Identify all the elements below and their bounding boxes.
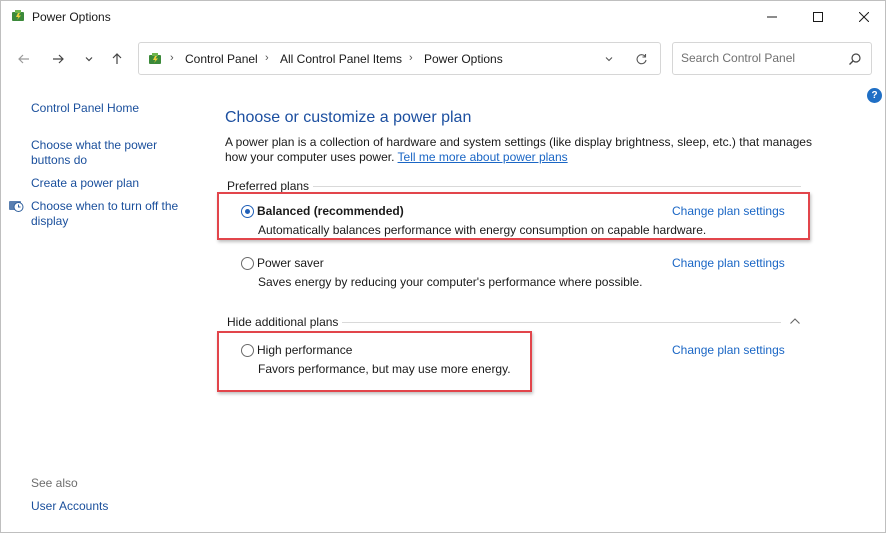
refresh-icon xyxy=(636,53,647,64)
chevron-up-icon xyxy=(790,318,800,324)
sidebar-link-user-accounts[interactable]: User Accounts xyxy=(31,499,108,514)
search-box[interactable] xyxy=(672,42,872,75)
maximize-button[interactable] xyxy=(795,1,841,33)
title-bar: Power Options xyxy=(1,1,885,33)
power-saver-plan-description: Saves energy by reducing your computer's… xyxy=(258,275,643,289)
breadcrumb-power-options[interactable]: Power Options xyxy=(424,52,503,66)
breadcrumb-all-items[interactable]: All Control Panel Items xyxy=(280,52,402,66)
chevron-right-icon: › xyxy=(170,52,174,64)
balanced-highlight-box xyxy=(217,192,810,240)
minimize-icon xyxy=(767,16,777,18)
close-icon xyxy=(859,12,869,22)
control-panel-icon xyxy=(149,53,161,64)
sidebar-link-create-plan[interactable]: Create a power plan xyxy=(31,176,139,191)
see-also-label: See also xyxy=(31,476,78,490)
up-button[interactable] xyxy=(106,48,128,70)
preferred-plans-label: Preferred plans xyxy=(227,179,314,193)
minimize-button[interactable] xyxy=(749,1,795,33)
help-icon[interactable]: ? xyxy=(867,88,882,103)
search-icon[interactable] xyxy=(848,52,862,66)
power-options-app-icon xyxy=(12,10,24,21)
power-options-window: Power Options › Control Panel › All Cont… xyxy=(0,0,886,533)
chevron-down-icon xyxy=(605,57,613,62)
chevron-right-icon: › xyxy=(409,52,413,64)
page-description: A power plan is a collection of hardware… xyxy=(225,135,825,165)
chevron-right-icon: › xyxy=(265,52,269,64)
power-saver-plan-name[interactable]: Power saver xyxy=(257,256,324,270)
power-saver-radio[interactable] xyxy=(241,257,254,270)
high-performance-highlight-box xyxy=(217,331,532,392)
close-button[interactable] xyxy=(841,1,886,33)
learn-more-link[interactable]: Tell me more about power plans xyxy=(398,150,568,164)
forward-button[interactable] xyxy=(47,48,69,70)
arrow-left-icon xyxy=(18,54,29,64)
hide-additional-plans-label[interactable]: Hide additional plans xyxy=(227,315,343,329)
sidebar-link-turn-off-display[interactable]: Choose when to turn off the display xyxy=(31,199,191,229)
window-title: Power Options xyxy=(32,10,111,24)
chevron-down-icon xyxy=(85,57,93,62)
sidebar-link-control-panel-home[interactable]: Control Panel Home xyxy=(31,101,139,116)
arrow-right-icon xyxy=(53,54,64,64)
display-timer-icon xyxy=(9,201,24,212)
preferred-plans-divider xyxy=(227,186,801,187)
sidebar-link-power-buttons[interactable]: Choose what the power buttons do xyxy=(31,138,181,168)
breadcrumb-control-panel[interactable]: Control Panel xyxy=(185,52,258,66)
search-input[interactable] xyxy=(681,51,841,65)
maximize-icon xyxy=(813,12,823,22)
back-button[interactable] xyxy=(13,48,35,70)
navigation-bar: › Control Panel › All Control Panel Item… xyxy=(1,39,885,79)
power-saver-change-settings-link[interactable]: Change plan settings xyxy=(672,256,785,270)
collapse-additional-plans-button[interactable] xyxy=(788,315,802,327)
address-bar[interactable]: › Control Panel › All Control Panel Item… xyxy=(138,42,661,75)
address-dropdown-button[interactable] xyxy=(601,51,617,67)
refresh-button[interactable] xyxy=(633,51,649,67)
page-title: Choose or customize a power plan xyxy=(225,109,472,126)
recent-locations-button[interactable] xyxy=(78,48,100,70)
high-performance-change-settings-link[interactable]: Change plan settings xyxy=(672,343,785,357)
arrow-up-icon xyxy=(112,53,122,64)
